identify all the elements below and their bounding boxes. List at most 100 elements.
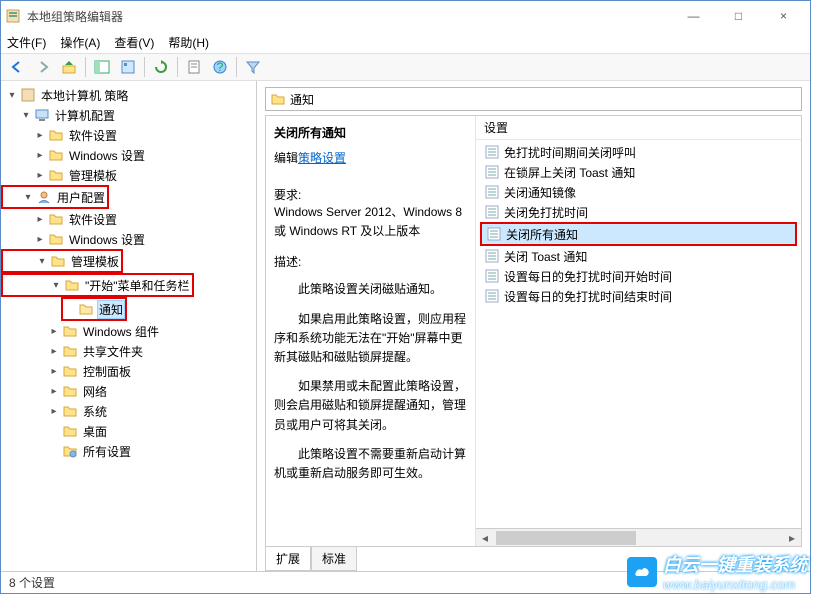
folder-open-icon	[77, 301, 95, 317]
expander-icon[interactable]: ▾	[21, 192, 35, 203]
path-bar: 通知	[265, 87, 802, 111]
help-button[interactable]: ?	[208, 55, 232, 79]
expander-icon[interactable]: ▸	[33, 130, 47, 141]
folder-icon	[47, 127, 65, 143]
edit-link-prefix: 编辑	[274, 151, 298, 165]
computer-icon	[33, 107, 51, 123]
expander-icon[interactable]: ▸	[47, 366, 61, 377]
maximize-button[interactable]: □	[716, 2, 761, 30]
expander-icon[interactable]: ▾	[35, 256, 49, 267]
horizontal-scrollbar[interactable]: ◂ ▸	[476, 528, 801, 546]
forward-button[interactable]	[31, 55, 55, 79]
tree-control-panel[interactable]: ▸ 控制面板	[1, 361, 256, 381]
tree-system[interactable]: ▸ 系统	[1, 401, 256, 421]
policy-item-icon	[484, 184, 500, 200]
close-button[interactable]: ×	[761, 2, 806, 30]
tab-extended[interactable]: 扩展	[265, 547, 311, 571]
expander-icon[interactable]: ▸	[47, 386, 61, 397]
show-hide-tree-button[interactable]	[90, 55, 114, 79]
minimize-button[interactable]: —	[671, 2, 716, 30]
expander-icon[interactable]: ▸	[47, 326, 61, 337]
up-button[interactable]	[57, 55, 81, 79]
expander-icon[interactable]: ▸	[33, 214, 47, 225]
setting-row[interactable]: 设置每日的免打扰时间结束时间	[480, 286, 797, 306]
column-header-settings[interactable]: 设置	[476, 116, 801, 140]
scroll-left-icon[interactable]: ◂	[476, 530, 494, 546]
expander-icon[interactable]: ▸	[47, 346, 61, 357]
watermark-url: www.baiyunxitong.com	[663, 577, 807, 592]
tree-sw-settings-u[interactable]: ▸ 软件设置	[1, 209, 256, 229]
folder-icon	[61, 423, 79, 439]
tree-notifications[interactable]: 通知	[63, 299, 125, 319]
setting-label: 设置每日的免打扰时间开始时间	[504, 268, 672, 285]
folder-icon	[47, 167, 65, 183]
setting-row[interactable]: 设置每日的免打扰时间开始时间	[480, 266, 797, 286]
properties-button[interactable]	[182, 55, 206, 79]
setting-label: 关闭 Toast 通知	[504, 248, 587, 265]
watermark-brand: 白云一键重装系统	[663, 551, 807, 577]
tree-desktop[interactable]: 桌面	[1, 421, 256, 441]
tree-pane[interactable]: ▾ 本地计算机 策略 ▾ 计算机配置 ▸ 软件设置 ▸ Windows 设置 ▸	[1, 81, 257, 571]
setting-label: 关闭所有通知	[506, 226, 578, 243]
tree-network[interactable]: ▸ 网络	[1, 381, 256, 401]
watermark-logo-icon	[627, 557, 657, 587]
filter-button[interactable]	[241, 55, 265, 79]
scrollbar-thumb[interactable]	[496, 531, 636, 545]
titlebar: 本地组策略编辑器 — □ ×	[1, 1, 810, 31]
tree-win-components[interactable]: ▸ Windows 组件	[1, 321, 256, 341]
setting-row[interactable]: 关闭 Toast 通知	[480, 246, 797, 266]
tab-standard[interactable]: 标准	[311, 547, 357, 571]
settings-list[interactable]: 免打扰时间期间关闭呼叫在锁屏上关闭 Toast 通知关闭通知镜像关闭免打扰时间关…	[476, 140, 801, 528]
expander-icon[interactable]: ▸	[33, 150, 47, 161]
tree-admin-templates-u[interactable]: ▾ 管理模板	[3, 251, 121, 271]
policy-item-icon	[484, 248, 500, 264]
setting-row[interactable]: 关闭通知镜像	[480, 182, 797, 202]
folder-icon	[61, 383, 79, 399]
tree-user-config[interactable]: ▾ 用户配置	[3, 187, 107, 207]
detail-title: 关闭所有通知	[274, 124, 467, 141]
setting-row[interactable]: 免打扰时间期间关闭呼叫	[480, 142, 797, 162]
menu-file[interactable]: 文件(F)	[7, 34, 46, 51]
policy-item-icon	[484, 164, 500, 180]
expander-icon[interactable]: ▾	[5, 90, 19, 101]
tree-sw-settings-c[interactable]: ▸ 软件设置	[1, 125, 256, 145]
tree-shared-folders[interactable]: ▸ 共享文件夹	[1, 341, 256, 361]
policy-item-icon	[484, 144, 500, 160]
scroll-right-icon[interactable]: ▸	[783, 530, 801, 546]
tree-win-settings-u[interactable]: ▸ Windows 设置	[1, 229, 256, 249]
folder-icon	[61, 343, 79, 359]
expander-icon[interactable]: ▾	[19, 110, 33, 121]
folder-icon	[49, 253, 67, 269]
policy-item-icon	[486, 226, 502, 242]
expander-icon[interactable]: ▸	[47, 406, 61, 417]
setting-row[interactable]: 在锁屏上关闭 Toast 通知	[480, 162, 797, 182]
folder-icon	[61, 363, 79, 379]
menu-view[interactable]: 查看(V)	[114, 34, 154, 51]
menubar: 文件(F) 操作(A) 查看(V) 帮助(H)	[1, 31, 810, 53]
expander-icon[interactable]: ▾	[49, 280, 63, 291]
status-text: 8 个设置	[9, 574, 55, 591]
edit-policy-link[interactable]: 策略设置	[298, 149, 346, 166]
menu-help[interactable]: 帮助(H)	[168, 34, 209, 51]
requirements-label: 要求:	[274, 186, 467, 203]
policy-item-icon	[484, 288, 500, 304]
app-icon	[5, 8, 21, 24]
tree-start-taskbar[interactable]: ▾ "开始"菜单和任务栏	[3, 275, 192, 295]
setting-label: 关闭免打扰时间	[504, 204, 588, 221]
setting-row[interactable]: 关闭免打扰时间	[480, 202, 797, 222]
back-button[interactable]	[5, 55, 29, 79]
refresh-button[interactable]	[149, 55, 173, 79]
expander-icon[interactable]: ▸	[33, 234, 47, 245]
tree-all-settings[interactable]: 所有设置	[1, 441, 256, 461]
tree-computer-config[interactable]: ▾ 计算机配置	[1, 105, 256, 125]
tree-admin-templates-c[interactable]: ▸ 管理模板	[1, 165, 256, 185]
export-list-button[interactable]	[116, 55, 140, 79]
tree-root[interactable]: ▾ 本地计算机 策略	[1, 85, 256, 105]
setting-label: 在锁屏上关闭 Toast 通知	[504, 164, 635, 181]
window-title: 本地组策略编辑器	[27, 8, 671, 25]
setting-row[interactable]: 关闭所有通知	[482, 224, 795, 244]
menu-action[interactable]: 操作(A)	[60, 34, 100, 51]
tree-win-settings-c[interactable]: ▸ Windows 设置	[1, 145, 256, 165]
folder-icon	[47, 147, 65, 163]
expander-icon[interactable]: ▸	[33, 170, 47, 181]
